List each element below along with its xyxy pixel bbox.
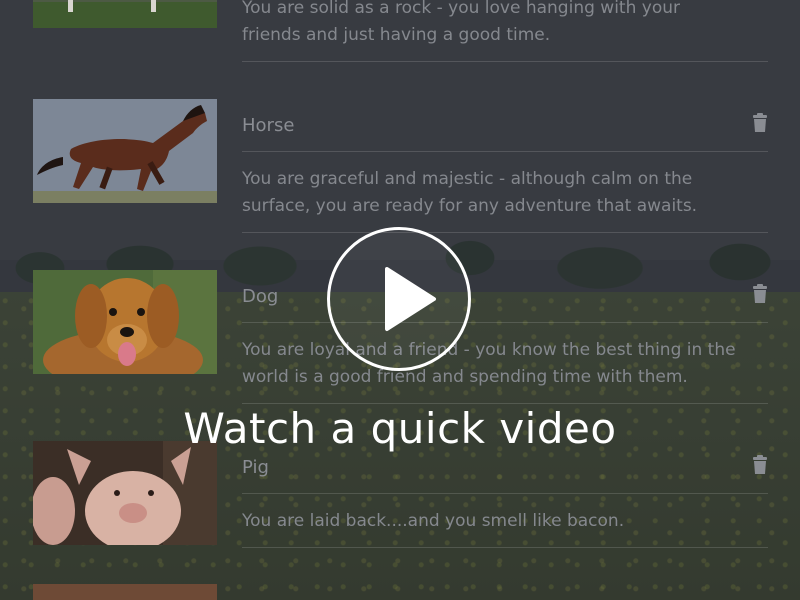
trash-icon[interactable] [752,113,768,133]
item-description: You are graceful and majestic - although… [242,152,768,233]
trash-icon[interactable] [752,455,768,475]
item-content: You are solid as a rock - you love hangi… [242,0,768,62]
animal-photo-icon [33,0,217,28]
item-title: Pig [242,457,269,478]
play-video-button[interactable] [327,227,471,371]
description-line: You are loyal and a friend - you know th… [242,340,736,360]
pig-photo-icon [33,441,217,545]
dog-photo-icon [33,270,217,374]
item-description: You are solid as a rock - you love hangi… [242,0,768,62]
item-description: You are laid back....and you smell like … [242,494,768,548]
item-header: Dog [242,270,768,323]
trash-icon[interactable] [752,284,768,304]
description-line: You are laid back....and you smell like … [242,511,625,531]
description-line: world is a good friend and spending time… [242,367,688,387]
animal-photo-icon [33,584,217,600]
play-icon [385,267,436,331]
description-line: You are solid as a rock - you love hangi… [242,0,680,18]
video-caption[interactable]: Watch a quick video [0,404,800,453]
item-header: Horse [242,99,768,152]
item-content: Pig You are laid back....and you smell l… [242,441,768,548]
description-line: You are graceful and majestic - although… [242,169,693,189]
description-line: friends and just having a good time. [242,25,551,45]
description-line: surface, you are ready for any adventure… [242,196,698,216]
item-content: Dog You are loyal and a friend - you kno… [242,270,768,404]
item-description: You are loyal and a friend - you know th… [242,323,768,404]
item-title: Horse [242,115,295,136]
item-title: Dog [242,286,279,307]
horse-photo-icon [33,99,217,203]
item-content: Horse You are graceful and majestic - al… [242,99,768,233]
